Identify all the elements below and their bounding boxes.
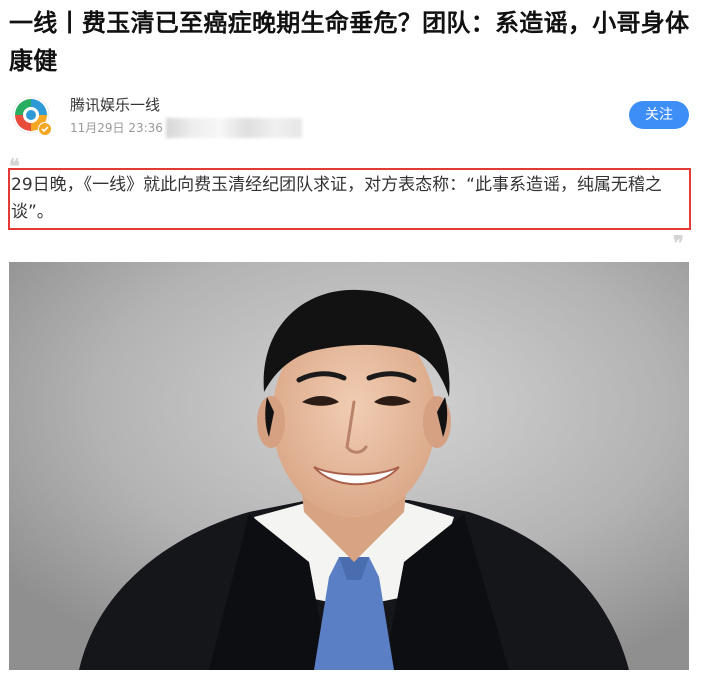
quote-text: 29日晚，《一线》就此向费玉清经纪团队求证，对方表态称：“此事系造谣，纯属无稽之…: [11, 175, 662, 222]
quote-close-icon: ❞: [673, 231, 684, 255]
publish-datetime: 11月29日 23:36: [70, 121, 163, 135]
author-row: 腾讯娱乐一线 11月29日 23:36 关注: [0, 92, 711, 144]
article-title: 一线丨费玉清已至癌症晚期生命垂危？团队：系造谣，小哥身体康健: [9, 9, 690, 75]
author-name[interactable]: 腾讯娱乐一线: [70, 95, 160, 115]
portrait-photo: [9, 262, 689, 670]
verified-badge-icon: [38, 122, 52, 136]
blurred-region: [166, 118, 302, 138]
tencent-news-logo-icon[interactable]: [11, 95, 52, 136]
follow-button[interactable]: 关注: [629, 101, 689, 129]
article-photo[interactable]: [9, 262, 689, 670]
